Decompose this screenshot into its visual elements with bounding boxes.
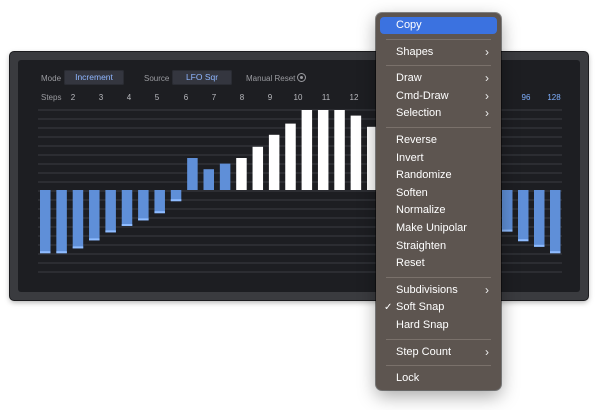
step-bar[interactable]	[203, 169, 215, 190]
menu-item-copy[interactable]: Copy	[380, 17, 497, 34]
menu-separator	[386, 276, 491, 278]
menu-item-hard-snap[interactable]: Hard Snap	[380, 317, 497, 334]
menu-item-soft-snap[interactable]: Soft Snap ✓	[380, 299, 497, 316]
step-bar[interactable]	[518, 190, 529, 242]
menu-item-label: Subdivisions	[396, 283, 458, 296]
step-bars-chart[interactable]	[0, 0, 600, 410]
step-bar-cap	[170, 199, 182, 202]
step-bar[interactable]	[317, 110, 329, 190]
step-bar[interactable]	[268, 134, 280, 190]
menu-item-step-count[interactable]: Step Count ›	[380, 344, 497, 361]
step-bar[interactable]	[236, 158, 247, 190]
menu-item-label: Shapes	[396, 45, 434, 58]
menu-item-label: Make Unipolar	[396, 222, 467, 234]
menu-item-straighten[interactable]: Straighten	[380, 238, 497, 255]
menu-item-cmd-draw[interactable]: Cmd-Draw ›	[380, 88, 497, 105]
menu-item-label: Reset	[396, 257, 425, 270]
step-bar-cap	[534, 244, 545, 247]
chevron-right-icon: ›	[485, 88, 489, 103]
step-bar[interactable]	[350, 115, 362, 190]
menu-separator	[386, 38, 491, 40]
menu-separator	[386, 338, 491, 340]
chevron-right-icon: ›	[485, 282, 489, 297]
menu-item-shapes[interactable]: Shapes ›	[380, 44, 497, 61]
step-bar[interactable]	[89, 190, 100, 241]
step-bar[interactable]	[40, 190, 51, 254]
chevron-right-icon: ›	[485, 71, 489, 86]
chevron-right-icon: ›	[485, 106, 489, 121]
step-bar[interactable]	[138, 190, 149, 221]
step-bar-cap	[105, 230, 116, 233]
step-bar-cap	[550, 251, 561, 254]
menu-item-invert[interactable]: Invert	[380, 150, 497, 167]
menu-item-label: Hard Snap	[396, 319, 449, 331]
menu-item-label: Soft Snap	[396, 301, 445, 314]
step-bar-cap	[72, 246, 84, 249]
menu-separator	[386, 127, 491, 128]
step-bar[interactable]	[502, 190, 513, 232]
menu-item-label: Normalize	[396, 204, 446, 217]
menu-item-label: Cmd-Draw	[396, 89, 449, 102]
checkmark-icon: ✓	[384, 302, 393, 314]
step-bar-cap	[89, 238, 100, 241]
menu-item-label: Selection	[396, 107, 442, 120]
step-bar[interactable]	[56, 190, 67, 254]
menu-item-reset[interactable]: Reset	[380, 255, 497, 272]
step-bar[interactable]	[121, 190, 133, 226]
step-bar-cap	[518, 239, 529, 242]
step-bar[interactable]	[550, 190, 561, 254]
menu-item-randomize[interactable]: Randomize	[380, 167, 497, 184]
step-bar-cap	[154, 211, 165, 214]
menu-item-label: Soften	[396, 186, 428, 199]
step-bar[interactable]	[187, 158, 198, 190]
menu-item-make-unipolar[interactable]: Make Unipolar	[380, 220, 497, 237]
menu-item-reverse[interactable]: Reverse	[380, 132, 497, 149]
menu-separator	[386, 65, 491, 67]
step-bar[interactable]	[534, 190, 545, 247]
menu-item-label: Draw	[396, 72, 422, 85]
menu-item-soften[interactable]: Soften	[380, 185, 497, 202]
step-bar[interactable]	[105, 190, 116, 233]
step-bar[interactable]	[334, 110, 345, 190]
step-bar[interactable]	[301, 110, 313, 190]
menu-separator	[386, 365, 491, 367]
menu-item-label: Lock	[396, 372, 420, 385]
step-bar-cap	[121, 224, 133, 226]
menu-item-label: Copy	[396, 19, 422, 31]
step-bar[interactable]	[72, 190, 84, 249]
step-bar-cap	[138, 218, 149, 221]
menu-item-label: Invert	[396, 151, 424, 164]
menu-item-label: Reverse	[396, 134, 437, 146]
step-bar-cap	[502, 229, 513, 232]
step-bar-cap	[40, 251, 51, 254]
context-menu: Copy Shapes › Draw › Cmd-Draw › Selection › Rever…	[376, 13, 501, 390]
menu-item-lock[interactable]: Lock	[380, 370, 497, 387]
step-bar[interactable]	[252, 146, 264, 190]
menu-item-normalize[interactable]: Normalize	[380, 202, 497, 219]
step-bar-cap	[56, 251, 67, 254]
menu-item-draw[interactable]: Draw ›	[380, 70, 497, 87]
menu-item-selection[interactable]: Selection ›	[380, 105, 497, 122]
menu-item-label: Straighten	[396, 239, 447, 252]
chevron-right-icon: ›	[485, 44, 489, 59]
step-bar[interactable]	[219, 163, 231, 190]
menu-item-label: Randomize	[396, 169, 452, 182]
menu-item-subdivisions[interactable]: Subdivisions ›	[380, 282, 497, 299]
step-bar[interactable]	[285, 123, 296, 190]
menu-item-label: Step Count	[396, 345, 452, 358]
chevron-right-icon: ›	[485, 344, 489, 359]
step-bar[interactable]	[154, 190, 165, 214]
